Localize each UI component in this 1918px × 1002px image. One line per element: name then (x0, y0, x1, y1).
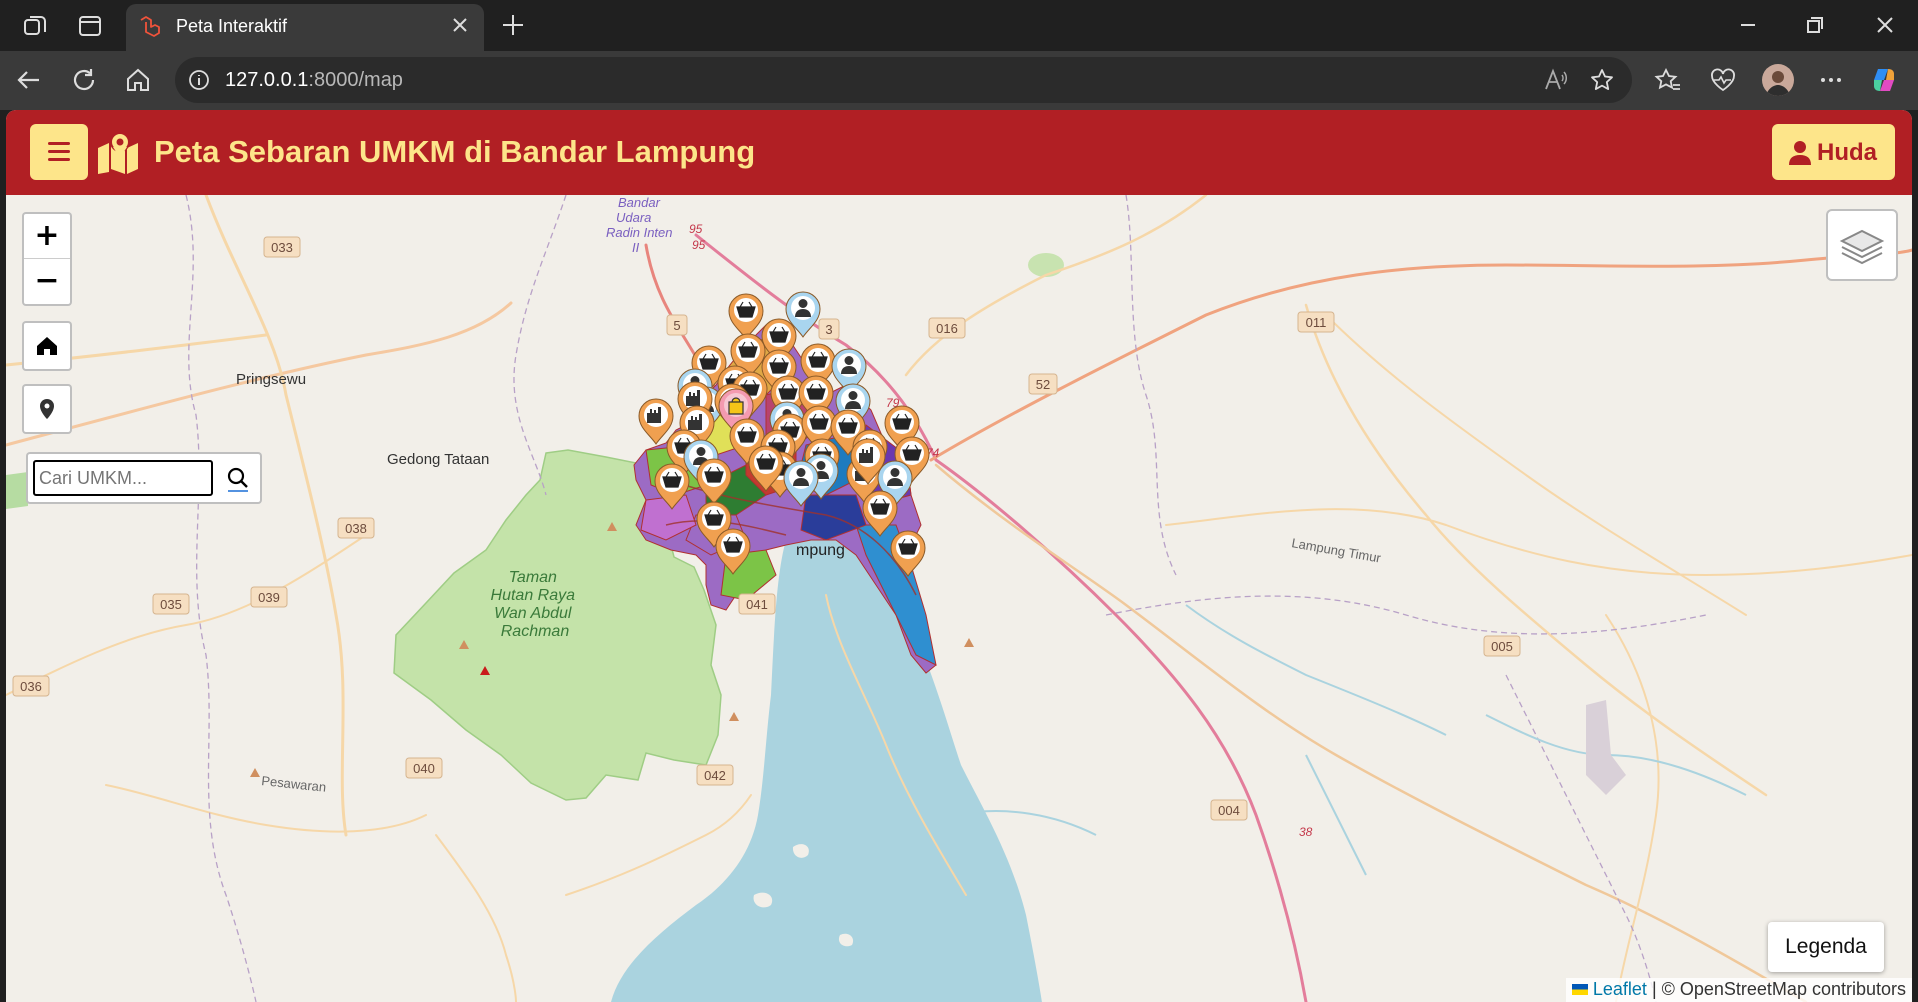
road-number-95a: 95 (689, 222, 703, 236)
home-view-button[interactable] (22, 321, 72, 371)
sidebar-toggle-button[interactable] (30, 124, 88, 180)
tab-peta-interaktif[interactable]: Peta Interaktif (126, 4, 484, 51)
copilot-icon[interactable] (1869, 65, 1899, 95)
search-control (26, 452, 262, 504)
svg-text:016: 016 (936, 321, 958, 336)
zoom-in-button[interactable]: + (24, 214, 70, 259)
road-shield-005: 005 (1483, 635, 1521, 657)
restore-icon[interactable] (1800, 10, 1830, 40)
road-shield-039: 039 (250, 586, 288, 608)
svg-text:033: 033 (271, 240, 293, 255)
new-tab-icon[interactable] (498, 10, 528, 40)
location-pin-icon (40, 399, 54, 419)
browser-essentials-icon[interactable] (1708, 65, 1738, 95)
back-icon[interactable] (14, 65, 44, 95)
osm-attribution-text: | © OpenStreetMap contributors (1651, 979, 1906, 999)
workspaces-icon[interactable] (21, 12, 49, 40)
web-page: Peta Sebaran UMKM di Bandar Lampung Huda (6, 110, 1912, 1002)
road-shield-040: 040 (405, 757, 443, 779)
road-shield-038: 038 (337, 517, 375, 539)
ukraine-flag-icon (1571, 984, 1588, 995)
svg-text:035: 035 (160, 597, 182, 612)
svg-text:52: 52 (1036, 377, 1050, 392)
search-icon[interactable] (222, 463, 254, 495)
close-window-icon[interactable] (1870, 10, 1900, 40)
map-attribution: Leaflet | © OpenStreetMap contributors (1565, 978, 1912, 1002)
road-shield-033: 033 (263, 236, 301, 258)
leaflet-link[interactable]: Leaflet (1593, 979, 1647, 999)
site-info-icon[interactable] (187, 68, 211, 92)
profile-avatar[interactable] (1762, 64, 1794, 96)
laravel-favicon-icon (140, 16, 160, 37)
vertical-tabs-icon[interactable] (76, 12, 104, 40)
svg-text:036: 036 (20, 679, 42, 694)
map-tiles: Pringsewu Gedong Tataan Lampung Timur Pe… (6, 195, 1912, 1002)
legend-button[interactable]: Legenda (1768, 922, 1884, 972)
zoom-out-button[interactable]: − (24, 259, 70, 304)
svg-text:042: 042 (704, 768, 726, 783)
label-pringsewu: Pringsewu (236, 371, 306, 388)
home-icon (37, 337, 57, 355)
road-shield-042: 042 (696, 764, 734, 786)
road-shield-004: 004 (1210, 799, 1248, 821)
svg-text:011: 011 (1306, 315, 1327, 330)
svg-text:3: 3 (825, 322, 832, 337)
url-text: 127.0.0.1:8000/map (225, 69, 403, 91)
road-shield-016: 016 (928, 317, 966, 339)
road-shield-035: 035 (152, 593, 190, 615)
road-number-95b: 95 (692, 238, 706, 252)
reload-icon[interactable] (69, 65, 99, 95)
app-header: Peta Sebaran UMKM di Bandar Lampung Huda (6, 110, 1912, 195)
favorites-icon[interactable] (1653, 65, 1683, 95)
favorite-star-icon[interactable] (1589, 67, 1615, 93)
page-title: Peta Sebaran UMKM di Bandar Lampung (154, 134, 756, 169)
search-input[interactable] (33, 460, 213, 496)
svg-text:041: 041 (746, 597, 768, 612)
user-icon (1789, 141, 1811, 165)
svg-text:5: 5 (673, 318, 680, 333)
road-shield-52: 52 (1028, 373, 1058, 395)
leaflet-map[interactable]: Pringsewu Gedong Tataan Lampung Timur Pe… (6, 195, 1912, 1002)
label-city: mpung (796, 542, 845, 559)
user-menu-button[interactable]: Huda (1772, 124, 1895, 180)
minimize-icon[interactable] (1733, 10, 1763, 40)
layers-icon (1839, 229, 1885, 265)
road-shield-3: 3 (818, 318, 840, 340)
user-name: Huda (1817, 139, 1877, 166)
browser-nav-bar: 127.0.0.1:8000/map (0, 51, 1918, 110)
home-browser-icon[interactable] (123, 65, 153, 95)
address-bar[interactable]: 127.0.0.1:8000/map (175, 57, 1632, 103)
road-number-38: 38 (1299, 825, 1313, 839)
road-shield-5: 5 (666, 314, 688, 336)
svg-text:038: 038 (345, 521, 367, 536)
label-gedong-tataan: Gedong Tataan (387, 451, 489, 468)
road-shield-036: 036 (12, 675, 50, 697)
more-menu-icon[interactable] (1816, 65, 1846, 95)
road-shield-011: 011 (1297, 311, 1335, 333)
tab-title: Peta Interaktif (176, 16, 288, 36)
map-marked-icon (98, 132, 138, 174)
read-aloud-icon[interactable] (1543, 67, 1569, 93)
svg-text:040: 040 (413, 761, 435, 776)
browser-tab-bar: Peta Interaktif (0, 0, 1918, 51)
locate-button[interactable] (22, 384, 72, 434)
close-tab-icon[interactable] (448, 13, 472, 37)
svg-text:039: 039 (258, 590, 280, 605)
road-shield-041: 041 (738, 593, 776, 615)
zoom-control: + − (22, 212, 72, 306)
layers-control[interactable] (1826, 209, 1898, 281)
svg-text:005: 005 (1491, 639, 1513, 654)
svg-text:004: 004 (1218, 803, 1240, 818)
